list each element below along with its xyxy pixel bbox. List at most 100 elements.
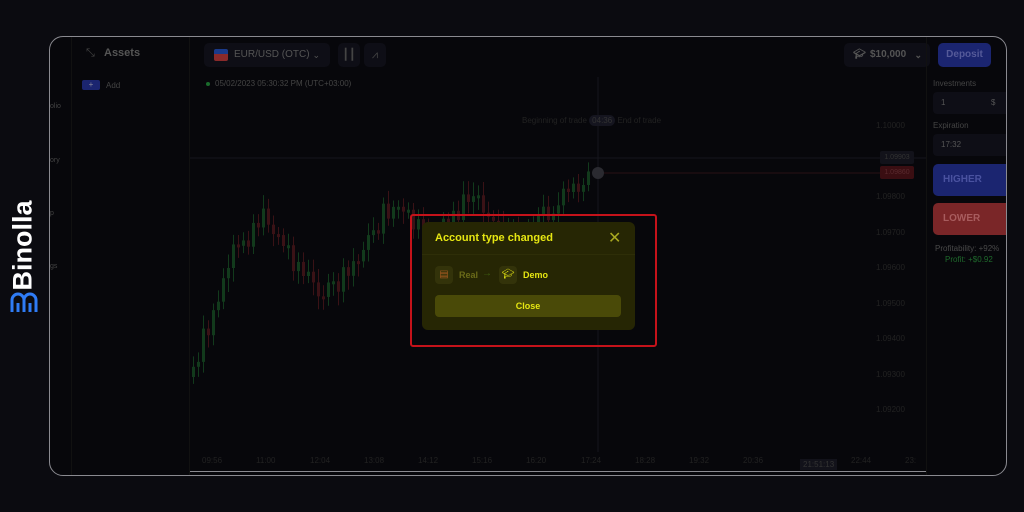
x-tick: 19:32 [689, 456, 710, 465]
y-tick: 1.09200 [876, 405, 905, 414]
candle [277, 234, 280, 238]
datetime-text: 05/02/2023 05:30:32 PM (UTC+03:00) [215, 79, 352, 88]
chevron-down-icon: ⌄ [312, 50, 320, 60]
expiration-input[interactable]: 17:32 [933, 134, 1006, 156]
close-icon[interactable]: ✕ [608, 228, 621, 248]
profit-text: Profit: +$0.92 [945, 255, 993, 264]
y-tick: 1.09700 [876, 228, 905, 237]
candle [322, 296, 325, 300]
x-tick: 20:36 [743, 456, 764, 465]
current-price-tag: 1.09860 [880, 166, 914, 179]
candle [372, 230, 375, 236]
to-account: Demo [523, 270, 549, 280]
x-tick: 22:44 [851, 456, 872, 465]
lower-button[interactable]: LOWER ↘ [933, 203, 1006, 235]
candle [297, 261, 300, 272]
candle [357, 261, 360, 265]
candle [242, 240, 245, 246]
investments-label: Investments [933, 79, 977, 88]
flag-icon [214, 49, 228, 61]
nav-settings[interactable]: gs [50, 263, 57, 270]
candle [227, 268, 230, 279]
x-tick: 16:20 [526, 456, 547, 465]
candle [202, 328, 205, 362]
candle [377, 230, 380, 234]
candle [562, 188, 565, 206]
trade-begin-label: Beginning of trade [522, 116, 587, 125]
status-dot [206, 81, 210, 86]
trade-end-label: End of trade [617, 116, 662, 125]
y-tick: 1.09800 [876, 192, 905, 201]
balance-selector[interactable]: 🎓︎ $10,000 ⌄ [844, 43, 930, 67]
trade-timer: 04:36 [589, 115, 616, 126]
expiration-value: 17:32 [941, 140, 962, 149]
y-tick: 1.09500 [876, 299, 905, 308]
collapse-icon[interactable]: ⤡ [86, 47, 95, 60]
logo-text: Binolla [7, 200, 38, 291]
arrow-down-icon: ↘ [1005, 203, 1006, 235]
candle [367, 235, 370, 250]
close-button[interactable]: Close [435, 295, 621, 317]
account-type-modal: Account type changed ✕ ▤ Real → 🎓︎ Demo … [422, 222, 635, 330]
candle [392, 206, 395, 219]
candle [217, 301, 220, 311]
candles-icon: ┃┃ [342, 49, 356, 61]
candle [332, 281, 335, 285]
candle [192, 366, 195, 377]
candle [467, 194, 470, 202]
candle [472, 196, 475, 202]
assets-title: Assets [104, 47, 141, 59]
drawing-tools-button[interactable]: ⩘ [364, 43, 386, 67]
candle [222, 278, 225, 302]
add-asset-button[interactable]: + [82, 80, 100, 90]
trade-timer-label: Beginning of trade 04:36 End of trade [522, 115, 662, 126]
candle [257, 222, 260, 228]
candle [477, 195, 480, 199]
current-price-marker [592, 167, 604, 179]
candle [207, 328, 210, 336]
chart-type-button[interactable]: ┃┃ [338, 43, 360, 67]
current-time-tag: 21:51:13 [800, 459, 838, 470]
expiration-label: Expiration [933, 121, 969, 130]
side-nav: olio ory p gs [50, 37, 72, 475]
binolla-logo: Binolla [6, 190, 42, 320]
real-account-flag-icon: ▤ [435, 266, 453, 284]
higher-button[interactable]: HIGHER ↗ [933, 164, 1006, 196]
y-tick: 1.09400 [876, 334, 905, 343]
x-tick: 15:16 [472, 456, 493, 465]
candle [247, 240, 250, 247]
candle [292, 245, 295, 272]
candle [237, 244, 240, 248]
divider [422, 254, 635, 255]
nav-portfolio[interactable]: olio [50, 103, 61, 110]
candle [397, 206, 400, 210]
candle [352, 261, 355, 276]
candle [302, 261, 305, 277]
candle [307, 271, 310, 277]
x-tick: 17:24 [581, 456, 602, 465]
from-account: Real [459, 270, 479, 280]
candle [567, 188, 570, 193]
horizontal-scrollbar[interactable] [190, 471, 926, 472]
arrow-up-icon: ↗ [1005, 164, 1006, 196]
candle [252, 222, 255, 247]
nav-history[interactable]: ory [50, 157, 60, 164]
x-tick: 11:00 [256, 456, 276, 465]
candle [272, 224, 275, 235]
x-tick: 23: [905, 456, 917, 465]
graduation-cap-icon: 🎓︎ [499, 266, 517, 284]
graduation-cap-icon: 🎓︎ [853, 49, 866, 60]
arrow-right-icon: → [482, 268, 492, 279]
asset-selector[interactable]: EUR/USD (OTC) ⌄ [204, 43, 330, 67]
candle [572, 183, 575, 193]
candle [402, 206, 405, 212]
nav-help[interactable]: p [50, 210, 54, 217]
asset-name: EUR/USD (OTC) [234, 49, 310, 60]
x-tick: 13:08 [364, 456, 385, 465]
investment-input[interactable]: 1 $ [933, 92, 1006, 114]
candle [482, 195, 485, 213]
x-tick: 12:04 [310, 456, 331, 465]
candle [267, 208, 270, 225]
candle [362, 249, 365, 262]
trade-panel: Investments 1$ Expiration 17:32 HIGHER↗ … [926, 37, 1006, 475]
